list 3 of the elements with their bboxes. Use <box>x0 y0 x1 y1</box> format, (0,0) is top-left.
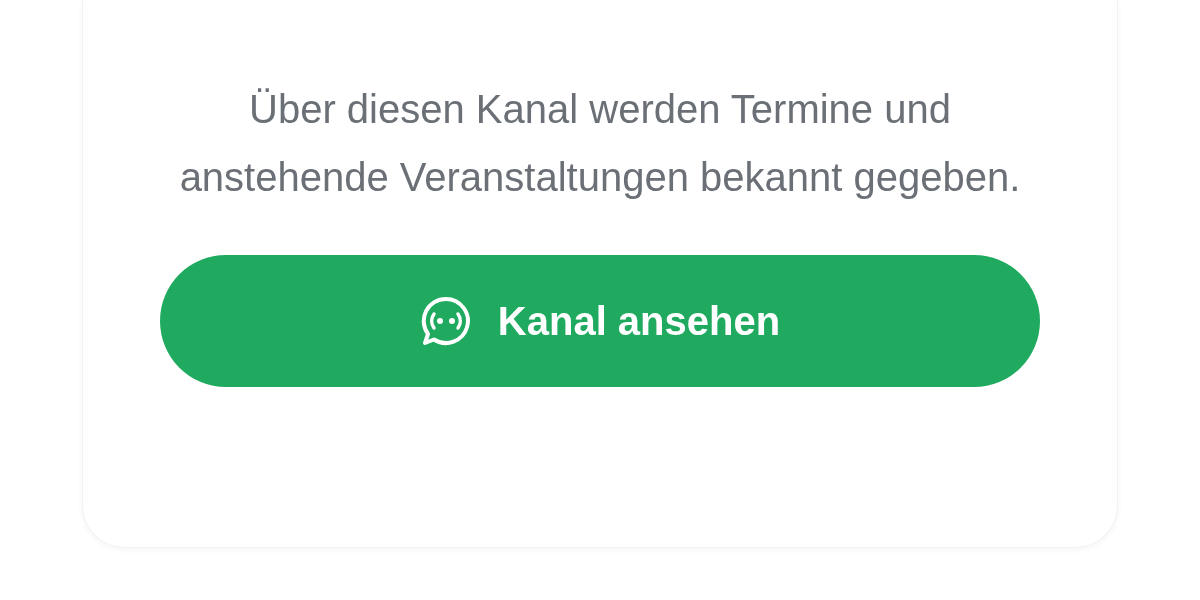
channel-icon <box>419 295 472 347</box>
channel-description: Über diesen Kanal werden Termine und anstehende Veranstaltungen bekannt gegeben. <box>178 86 1022 201</box>
view-channel-button[interactable]: Kanal ansehen <box>160 255 1040 387</box>
